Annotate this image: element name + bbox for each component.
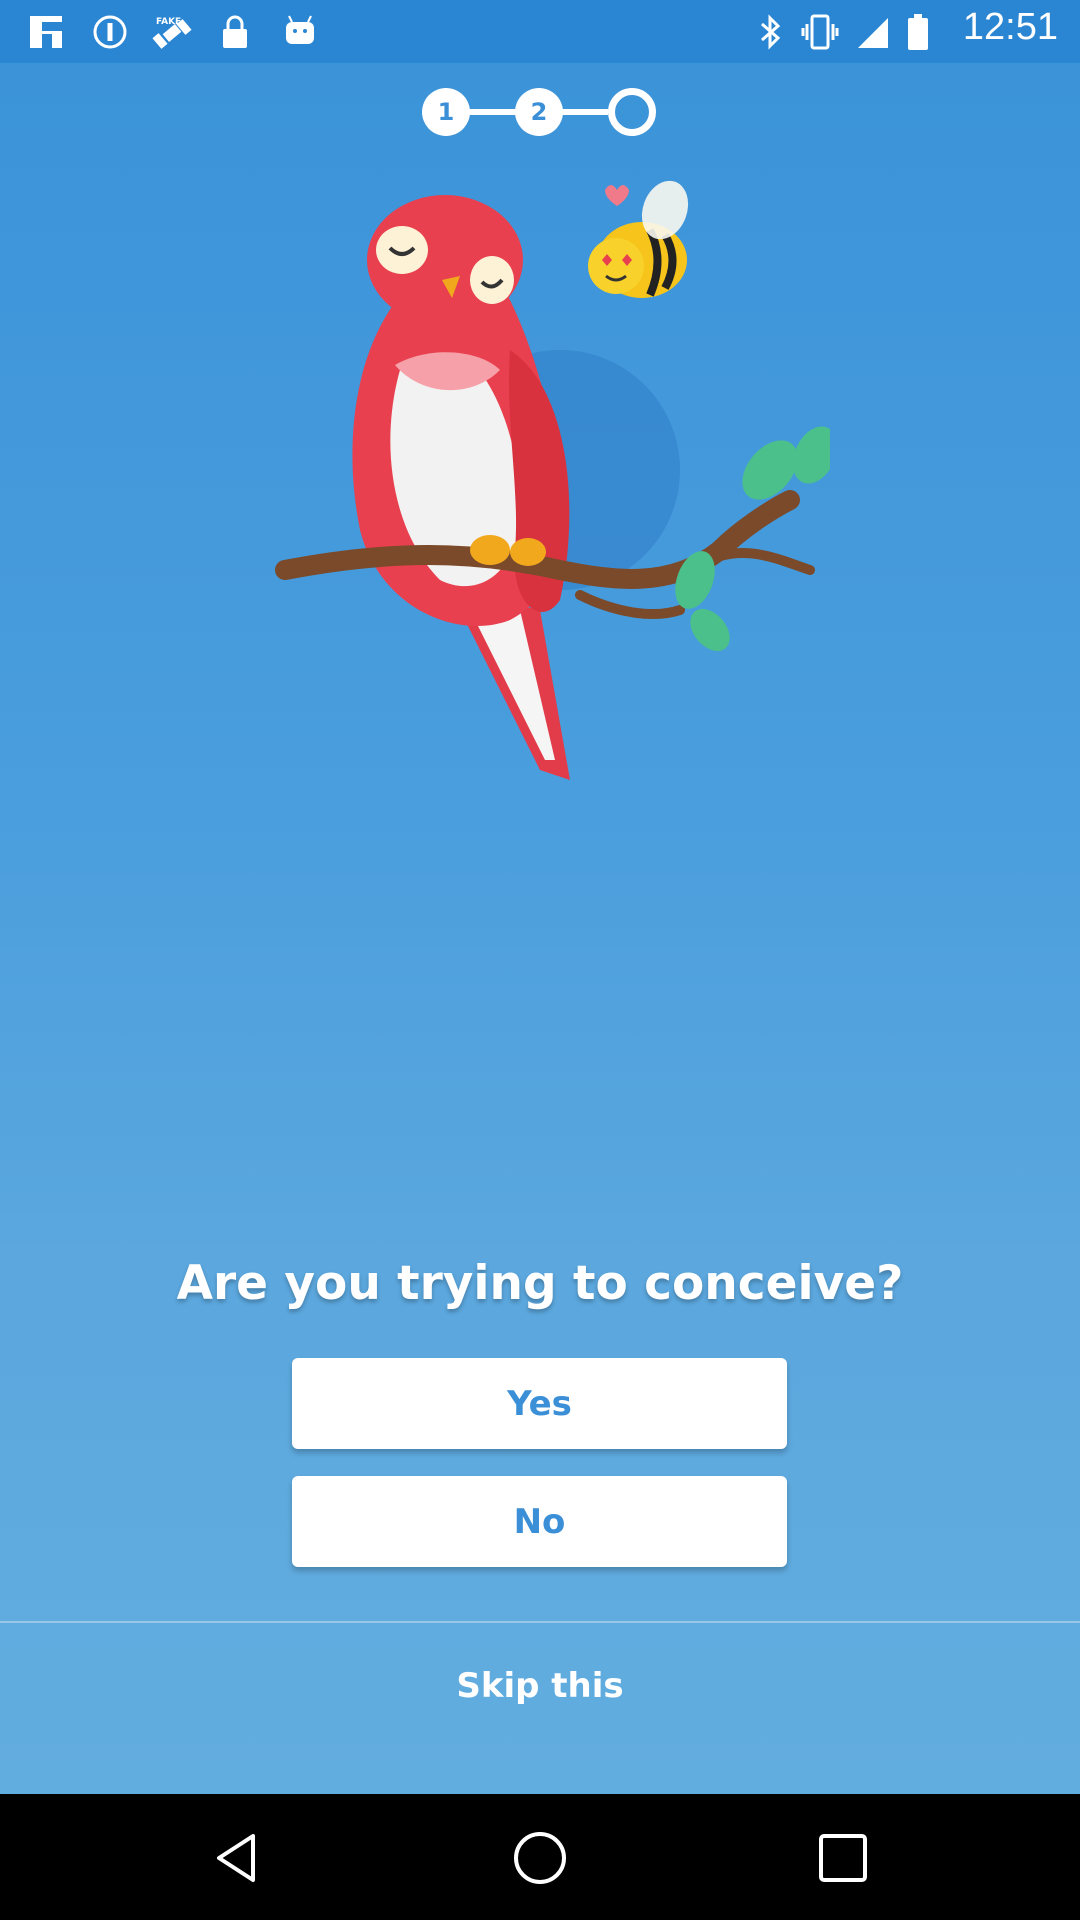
- onboarding-screen: FAKE 12:51 1 2 Are you trying to conceiv…: [0, 0, 1080, 1794]
- home-icon[interactable]: [508, 1826, 572, 1890]
- vibrate-icon: [801, 14, 839, 50]
- navigation-bar: [0, 1794, 1080, 1920]
- step-2: 2: [515, 88, 563, 136]
- info-icon: [93, 15, 127, 49]
- branch-twig-lower: [575, 590, 685, 620]
- branch-twig: [695, 547, 815, 575]
- no-button[interactable]: No: [292, 1476, 787, 1567]
- status-bar: FAKE 12:51: [0, 0, 1080, 63]
- battery-icon: [908, 14, 928, 50]
- recents-icon[interactable]: [811, 1826, 875, 1890]
- skip-button[interactable]: Skip this: [0, 1623, 1080, 1749]
- flipboard-icon: [30, 16, 62, 50]
- step-3: [608, 88, 656, 136]
- yes-button[interactable]: Yes: [292, 1358, 787, 1449]
- back-icon[interactable]: [205, 1826, 269, 1890]
- step-connector: [464, 109, 516, 115]
- bird-foot: [510, 538, 546, 566]
- step-connector: [556, 109, 608, 115]
- step-1: 1: [422, 88, 470, 136]
- fake-gps-icon: FAKE: [152, 17, 192, 49]
- heart-icon: [605, 185, 629, 206]
- bird-foot: [470, 535, 510, 565]
- signal-icon: [858, 18, 888, 48]
- bee-head: [588, 238, 644, 294]
- android-icon: [286, 15, 314, 44]
- leaf: [690, 608, 730, 652]
- bird-and-bee-illustration: [275, 180, 830, 780]
- lock-icon: [223, 15, 247, 48]
- progress-stepper: 1 2: [420, 88, 660, 140]
- bird-right-eye: [470, 256, 514, 304]
- question-title: Are you trying to conceive?: [176, 1256, 904, 1311]
- clock: 12:51: [962, 6, 1058, 48]
- bluetooth-icon: [761, 14, 781, 50]
- svg-text:FAKE: FAKE: [156, 17, 181, 27]
- bird-left-eye: [376, 226, 428, 274]
